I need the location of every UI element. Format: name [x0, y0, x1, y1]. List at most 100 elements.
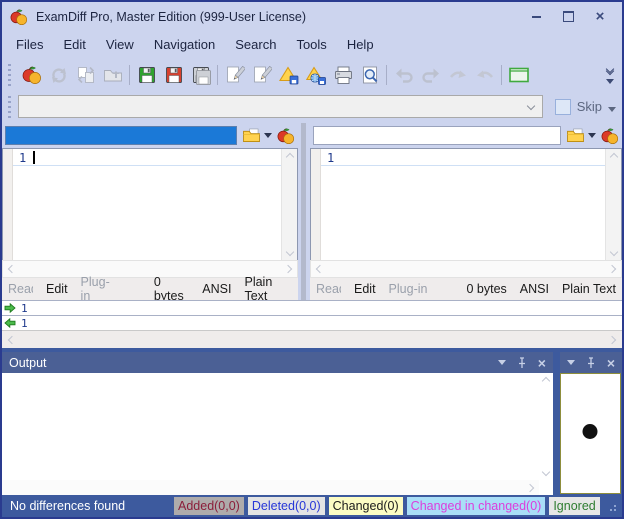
maximize-button[interactable] [552, 6, 584, 28]
menu-view[interactable]: View [96, 31, 144, 59]
horizontal-scrollbar[interactable] [2, 480, 539, 495]
second-file-statusbar: Read Edit Plug-in 0 bytes ANSI Plain Tex… [310, 278, 622, 300]
swap-panes-icon [76, 65, 96, 85]
edit-first-icon [225, 65, 245, 85]
scroll-left-icon[interactable] [8, 265, 16, 273]
save-both-files-button[interactable] [187, 62, 214, 87]
panel-close-icon[interactable]: × [607, 356, 615, 370]
first-file-statusbar: Read Edit Plug-in 0 bytes ANSI Plain Tex… [2, 278, 298, 300]
second-file-browse-button[interactable] [566, 128, 596, 143]
scroll-down-icon[interactable] [542, 468, 550, 476]
edit-second-file-button[interactable] [248, 62, 275, 87]
compare-button[interactable] [18, 62, 45, 87]
menu-files[interactable]: Files [6, 31, 53, 59]
current-line-first-row[interactable]: 1 [2, 300, 622, 315]
status-badge: Ignored [549, 497, 599, 515]
editor-line[interactable]: 1 [13, 150, 281, 166]
vertical-scrollbar[interactable] [281, 149, 297, 260]
panel-menu-icon[interactable] [567, 360, 575, 365]
show-panes-button[interactable] [505, 62, 532, 87]
menu-bar: Files Edit View Navigation Search Tools … [2, 31, 622, 59]
readonly-indicator[interactable]: Read [8, 282, 33, 296]
menu-search[interactable]: Search [225, 31, 286, 59]
next-difference-icon [448, 65, 468, 85]
pin-icon[interactable] [515, 356, 529, 370]
print-icon [333, 65, 353, 85]
edit-first-file-button[interactable] [221, 62, 248, 87]
vertical-scrollbar[interactable] [539, 373, 553, 480]
print-preview-button[interactable] [356, 62, 383, 87]
previous-difference-button[interactable] [471, 62, 498, 87]
minimize-button[interactable] [520, 6, 552, 28]
first-file-path-box[interactable] [5, 126, 237, 145]
resize-grip[interactable] [606, 501, 617, 512]
title-bar: ExamDiff Pro, Master Edition (999-User L… [2, 2, 622, 31]
undo-icon [394, 65, 414, 85]
edit-indicator[interactable]: Edit [354, 282, 376, 296]
combobox-dropdown-icon[interactable] [526, 102, 534, 110]
open-files-button[interactable] [99, 62, 126, 87]
navigation-panel: × [560, 352, 622, 495]
menu-navigation[interactable]: Navigation [144, 31, 225, 59]
menu-tools[interactable]: Tools [286, 31, 336, 59]
scroll-down-icon[interactable] [285, 248, 293, 256]
edit-indicator[interactable]: Edit [46, 282, 68, 296]
second-file-header [310, 123, 622, 148]
status-badge: Changed(0) [329, 497, 403, 515]
line-number: 1 [19, 151, 26, 165]
browse-dropdown-icon[interactable] [264, 133, 272, 138]
refresh-button[interactable] [45, 62, 72, 87]
scroll-up-icon[interactable] [542, 377, 550, 385]
line-view-scrollbar[interactable] [2, 330, 622, 348]
pin-icon[interactable] [584, 356, 598, 370]
filter-combobox[interactable] [18, 95, 543, 118]
scroll-right-icon[interactable] [284, 265, 292, 273]
navigation-map[interactable] [560, 373, 621, 494]
editor-line[interactable]: 1 [321, 150, 605, 166]
second-file-compare-button[interactable] [601, 127, 619, 145]
scroll-right-icon[interactable] [608, 335, 616, 343]
scroll-left-icon[interactable] [316, 265, 324, 273]
toolbar-overflow-button[interactable] [606, 66, 614, 84]
current-line-second-row[interactable]: 1 [2, 315, 622, 330]
output-content[interactable] [2, 373, 553, 495]
show-panes-icon [508, 65, 530, 85]
skip-options-icon[interactable] [608, 107, 616, 112]
first-file-editor[interactable]: 1 [2, 148, 298, 260]
close-button[interactable]: × [584, 6, 616, 28]
filter-bar-grip[interactable] [8, 96, 11, 118]
print-button[interactable] [329, 62, 356, 87]
second-file-editor[interactable]: 1 [310, 148, 622, 260]
swap-panes-button[interactable] [72, 62, 99, 87]
scroll-left-icon[interactable] [8, 335, 16, 343]
save-second-file-button[interactable] [160, 62, 187, 87]
next-difference-button[interactable] [444, 62, 471, 87]
horizontal-scrollbar[interactable] [310, 260, 622, 278]
menu-help[interactable]: Help [337, 31, 384, 59]
panel-menu-icon[interactable] [498, 360, 506, 365]
panel-close-icon[interactable]: × [538, 356, 546, 370]
save-differences-as-button[interactable] [302, 62, 329, 87]
undo-button[interactable] [390, 62, 417, 87]
plugin-indicator[interactable]: Plug-in [389, 282, 428, 296]
menu-edit[interactable]: Edit [53, 31, 95, 59]
save-first-file-button[interactable] [133, 62, 160, 87]
first-file-browse-button[interactable] [242, 128, 272, 143]
browse-dropdown-icon[interactable] [588, 133, 596, 138]
scroll-up-icon[interactable] [285, 153, 293, 161]
plugin-indicator[interactable]: Plug-in [81, 275, 115, 303]
toolbar-grip[interactable] [8, 64, 11, 86]
redo-button[interactable] [417, 62, 444, 87]
skip-checkbox[interactable] [555, 99, 571, 115]
dock-splitter-vertical[interactable] [553, 352, 560, 495]
first-file-compare-button[interactable] [277, 127, 295, 145]
second-file-path-box[interactable] [313, 126, 561, 145]
vertical-scrollbar[interactable] [605, 149, 621, 260]
scroll-right-icon[interactable] [526, 483, 534, 491]
scroll-down-icon[interactable] [609, 248, 617, 256]
scroll-up-icon[interactable] [609, 153, 617, 161]
save-differences-button[interactable] [275, 62, 302, 87]
pane-splitter[interactable] [298, 123, 310, 300]
scroll-right-icon[interactable] [608, 265, 616, 273]
readonly-indicator[interactable]: Read [316, 282, 341, 296]
